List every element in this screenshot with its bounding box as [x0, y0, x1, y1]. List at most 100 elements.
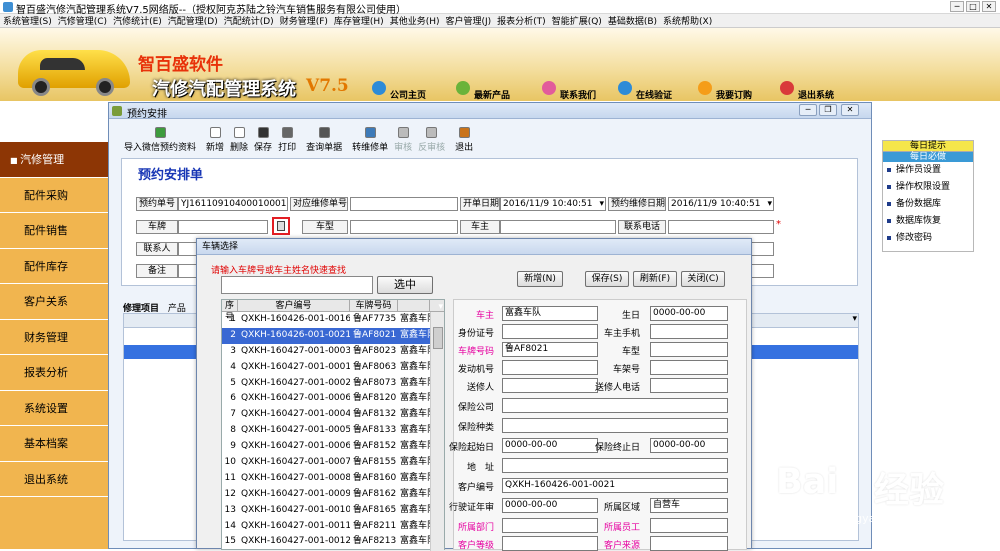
owner-field[interactable]	[500, 220, 616, 234]
menu-item[interactable]: 基础数据(B)	[605, 14, 660, 27]
close-icon[interactable]: ✕	[982, 1, 996, 12]
vehicle-row[interactable]: 8 QXKH-160427-001-0005鲁AF8133富鑫车队	[222, 423, 444, 439]
sender-field[interactable]	[502, 378, 598, 393]
region-field[interactable]: 自营车	[650, 498, 728, 513]
sidebar-item[interactable]: 报表分析	[0, 355, 108, 391]
engine-field[interactable]	[502, 360, 598, 375]
menu-item[interactable]: 其他业务(H)	[387, 14, 443, 27]
toolbar-button[interactable]: 审核	[391, 127, 415, 153]
vehicle-row[interactable]: 12 QXKH-160427-001-0009鲁AF8162富鑫车队	[222, 487, 444, 503]
banner-nav-link[interactable]: 我要订购	[716, 88, 752, 101]
tip-link[interactable]: 备份数据库	[883, 196, 973, 213]
cust-no-field[interactable]: QXKH-160426-001-0021	[502, 478, 728, 493]
tip-link[interactable]: 数据库恢复	[883, 213, 973, 230]
birthday-field[interactable]: 0000-00-00	[650, 306, 728, 321]
vehicle-row[interactable]: 11 QXKH-160427-001-0008鲁AF8160富鑫车队	[222, 471, 444, 487]
vehicle-row[interactable]: 1 QXKH-160426-001-0016鲁AF7735富鑫车队	[222, 312, 444, 328]
ins-start-field[interactable]: 0000-00-00	[502, 438, 598, 453]
frame-field[interactable]	[650, 360, 728, 375]
toolbar-button[interactable]: 反审核	[415, 127, 448, 153]
menu-item[interactable]: 智能扩展(Q)	[549, 14, 605, 27]
remark-field[interactable]	[178, 264, 198, 278]
vehicle-row[interactable]: 7 QXKH-160427-001-0004鲁AF8132富鑫车队	[222, 407, 444, 423]
banner-nav-link[interactable]: 最新产品	[474, 88, 510, 101]
vehicle-lookup-button[interactable]	[272, 217, 290, 235]
repair-no-field[interactable]	[350, 197, 458, 211]
sidebar-item[interactable]: 退出系统	[0, 462, 108, 497]
select-button[interactable]: 选中	[377, 276, 433, 294]
toolbar-button[interactable]: 查询单据	[303, 127, 345, 153]
dept-field[interactable]	[502, 518, 598, 533]
banner-nav-link[interactable]: 公司主页	[390, 88, 426, 101]
vehicle-search-input[interactable]	[221, 276, 373, 294]
vehicle-row[interactable]: 4 QXKH-160427-001-0001鲁AF8063富鑫车队	[222, 360, 444, 376]
booking-no-field[interactable]: YJ16110910400010001	[178, 197, 288, 211]
menu-item[interactable]: 客户管理(J)	[442, 14, 494, 27]
new-button[interactable]: 新增(N)	[517, 271, 563, 287]
close-button[interactable]: 关闭(C)	[681, 271, 725, 287]
menu-item[interactable]: 汽配管理(D)	[165, 14, 221, 27]
sidebar-item[interactable]: 财务管理	[0, 320, 108, 355]
menu-item[interactable]: 汽修统计(E)	[110, 14, 165, 27]
tip-link[interactable]: 操作员设置	[883, 162, 973, 179]
sender-phone-field[interactable]	[650, 378, 728, 393]
license-field[interactable]: 0000-00-00	[502, 498, 598, 513]
menu-item[interactable]: 汽配统计(D)	[221, 14, 277, 27]
mobile-field[interactable]	[650, 324, 728, 339]
sidebar-item[interactable]: 系统设置	[0, 391, 108, 426]
win-restore-icon[interactable]: ❐	[819, 104, 837, 116]
banner-nav-link[interactable]: 退出系统	[798, 88, 834, 101]
sidebar-item[interactable]: 客户关系	[0, 284, 108, 320]
contact-field[interactable]	[178, 242, 198, 256]
toolbar-button[interactable]: 转维修单	[349, 127, 391, 153]
menu-item[interactable]: 财务管理(F)	[277, 14, 331, 27]
win-close-icon[interactable]: ✕	[841, 104, 859, 116]
address-field[interactable]	[502, 458, 728, 473]
menu-item[interactable]: 汽修管理(C)	[55, 14, 110, 27]
idcard-field[interactable]	[502, 324, 598, 339]
tip-link[interactable]: 操作权限设置	[883, 179, 973, 196]
toolbar-button[interactable]: 退出	[452, 127, 476, 153]
vehicle-row[interactable]: 13 QXKH-160427-001-0010鲁AF8165富鑫车队	[222, 503, 444, 519]
sidebar-item[interactable]: 基本档案	[0, 426, 108, 462]
ins-end-field[interactable]: 0000-00-00	[650, 438, 728, 453]
repair-date-picker[interactable]: 2016/11/9 10:40:51	[668, 197, 774, 211]
sidebar-item[interactable]: 配件库存	[0, 249, 108, 284]
plate-field[interactable]: 鲁AF8021	[502, 342, 598, 357]
staff-field[interactable]	[650, 518, 728, 533]
toolbar-button[interactable]: 导入微信预约资料	[121, 127, 199, 153]
refresh-button[interactable]: 刷新(F)	[633, 271, 677, 287]
save-button[interactable]: 保存(S)	[585, 271, 629, 287]
menu-item[interactable]: 系统管理(S)	[0, 14, 55, 27]
insurer-field[interactable]	[502, 398, 728, 413]
plate-field[interactable]	[178, 220, 268, 234]
banner-nav-link[interactable]: 在线验证	[636, 88, 672, 101]
ins-type-field[interactable]	[502, 418, 728, 433]
vehicle-row[interactable]: 10 QXKH-160427-001-0007鲁AF8155富鑫车队	[222, 455, 444, 471]
vehicle-row[interactable]: 9 QXKH-160427-001-0006鲁AF8152富鑫车队	[222, 439, 444, 455]
vehicle-row[interactable]: 2 QXKH-160426-001-0021鲁AF8021富鑫车队	[222, 327, 444, 344]
menu-item[interactable]: 库存管理(H)	[331, 14, 387, 27]
phone-field[interactable]	[668, 220, 774, 234]
vehicle-row[interactable]: 6 QXKH-160427-001-0006鲁AF8120富鑫车队	[222, 391, 444, 407]
model-field[interactable]	[350, 220, 458, 234]
minimize-icon[interactable]: ─	[950, 1, 964, 12]
sidebar-item[interactable]: ■ 汽修管理	[0, 142, 108, 178]
vehicle-list-scrollbar[interactable]	[430, 312, 444, 551]
scrollbar-thumb[interactable]	[433, 327, 443, 349]
menu-item[interactable]: 系统帮助(X)	[660, 14, 715, 27]
toolbar-button[interactable]: 删除	[227, 127, 251, 153]
sidebar-item[interactable]: 配件采购	[0, 178, 108, 213]
vehicle-row[interactable]: 15 QXKH-160427-001-0012鲁AF8213富鑫车队	[222, 534, 444, 550]
banner-nav-link[interactable]: 联系我们	[560, 88, 596, 101]
vehicle-row[interactable]: 14 QXKH-160427-001-0011鲁AF8211富鑫车队	[222, 519, 444, 535]
toolbar-button[interactable]: 保存	[251, 127, 275, 153]
sidebar-item[interactable]: 配件销售	[0, 213, 108, 249]
toolbar-button[interactable]: 打印	[275, 127, 299, 153]
tip-link[interactable]: 修改密码	[883, 230, 973, 247]
vehicle-row[interactable]: 5 QXKH-160427-001-0002鲁AF8073富鑫车队	[222, 376, 444, 392]
menu-item[interactable]: 报表分析(T)	[494, 14, 549, 27]
win-minimize-icon[interactable]: ─	[799, 104, 817, 116]
owner-field[interactable]: 富鑫车队	[502, 306, 598, 321]
toolbar-button[interactable]: 新增	[203, 127, 227, 153]
